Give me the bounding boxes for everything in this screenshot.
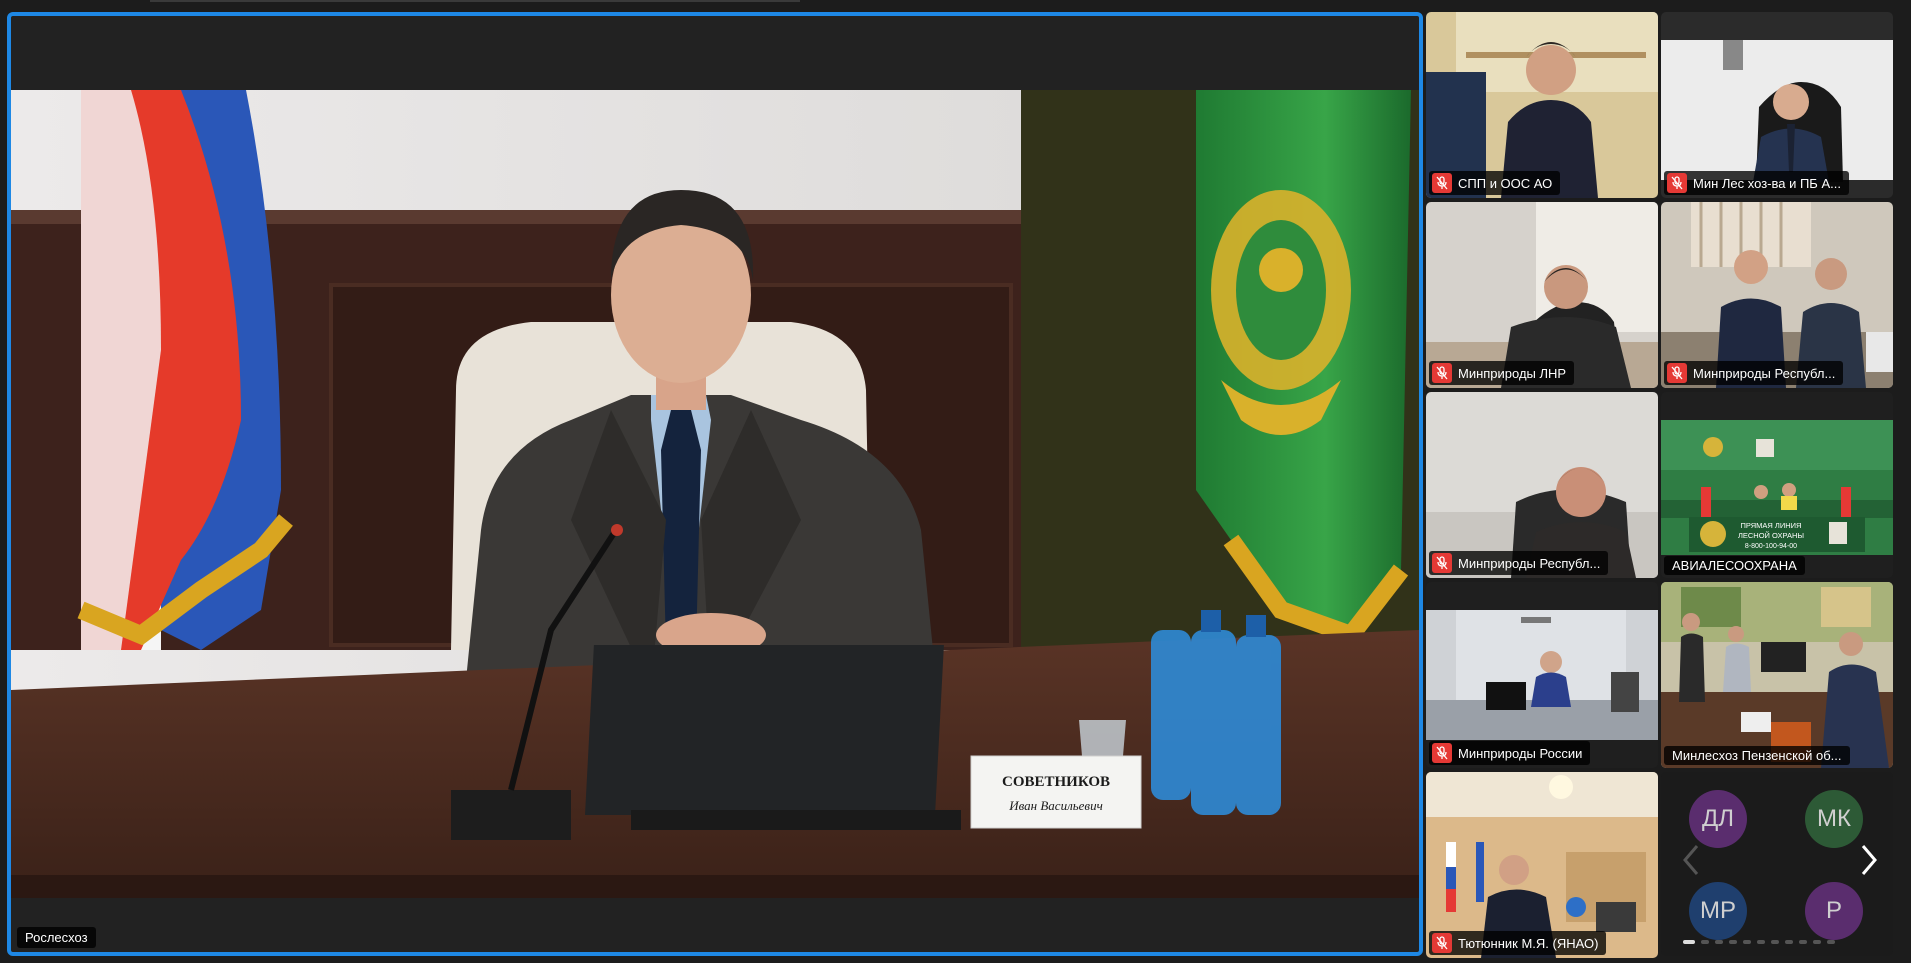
- participant-name: СПП и ООС АО: [1458, 175, 1553, 191]
- participant-label: Мин Лес хоз-ва и ПБ А...: [1664, 171, 1849, 195]
- participant-tile[interactable]: Тютюнник М.Я. (ЯНАО): [1426, 772, 1658, 958]
- banner-line2: ЛЕСНОЙ ОХРАНЫ: [1738, 531, 1804, 540]
- participant-name: Минприроды России: [1458, 745, 1583, 761]
- avatar-initials: Р: [1825, 897, 1842, 924]
- participant-label: Минприроды России: [1429, 741, 1591, 765]
- page-dot[interactable]: [1813, 940, 1821, 944]
- mic-muted-icon: [1432, 553, 1452, 573]
- mic-muted-icon: [1667, 173, 1687, 193]
- active-speaker-name: Рослесхоз: [17, 927, 96, 948]
- avatar-initials: МР: [1700, 897, 1736, 924]
- participant-name: Минприроды ЛНР: [1458, 365, 1567, 381]
- page-dot[interactable]: [1757, 940, 1765, 944]
- active-speaker-tile[interactable]: СОВЕТНИКОВ Иван Васильевич Рослесхоз: [7, 12, 1423, 956]
- participant-tile[interactable]: СПП и ООС АО: [1426, 12, 1658, 198]
- participant-video: [1661, 582, 1893, 768]
- page-dot[interactable]: [1799, 940, 1807, 944]
- participant-label: Тютюнник М.Я. (ЯНАО): [1429, 931, 1607, 955]
- participant-label: Минприроды Республ...: [1664, 361, 1844, 385]
- participant-label: Минлесхоз Пензенской об...: [1664, 746, 1850, 765]
- participant-label: СПП и ООС АО: [1429, 171, 1561, 195]
- avatar[interactable]: МР: [1689, 882, 1747, 940]
- participant-tile[interactable]: Минлесхоз Пензенской об...: [1661, 582, 1893, 768]
- mic-muted-icon: [1667, 363, 1687, 383]
- page-dot[interactable]: [1827, 940, 1835, 944]
- participant-video: ПРЯМАЯ ЛИНИЯ ЛЕСНОЙ ОХРАНЫ 8-800-100-94-…: [1661, 392, 1893, 578]
- page-dot[interactable]: [1715, 940, 1723, 944]
- nameplate-given-name: Иван Васильевич: [1008, 798, 1103, 813]
- participant-name: Минприроды Республ...: [1458, 555, 1601, 571]
- participant-tile[interactable]: ПРЯМАЯ ЛИНИЯ ЛЕСНОЙ ОХРАНЫ 8-800-100-94-…: [1661, 392, 1893, 578]
- previous-page-chevron-icon[interactable]: [1677, 840, 1707, 880]
- participant-name: Тютюнник М.Я. (ЯНАО): [1458, 935, 1599, 951]
- active-speaker-video: СОВЕТНИКОВ Иван Васильевич: [11, 90, 1419, 898]
- avatar-initials: ДЛ: [1701, 805, 1734, 832]
- mic-muted-icon: [1432, 933, 1452, 953]
- participant-name: Мин Лес хоз-ва и ПБ А...: [1693, 175, 1841, 191]
- banner-line1: ПРЯМАЯ ЛИНИЯ: [1741, 521, 1802, 530]
- banner-phone: 8-800-100-94-00: [1745, 543, 1797, 550]
- participant-label: Минприроды Республ...: [1429, 551, 1609, 575]
- top-divider: [150, 0, 800, 2]
- participant-tile[interactable]: Минприроды России: [1426, 582, 1658, 768]
- next-page-chevron-icon[interactable]: [1853, 840, 1883, 880]
- participant-name: АВИАЛЕСООХРАНА: [1672, 558, 1797, 573]
- overflow-participants-panel: ДЛ МК МР Р: [1661, 772, 1893, 956]
- mic-muted-icon: [1432, 363, 1452, 383]
- page-indicator: [1683, 940, 1835, 944]
- avatar-initials: МК: [1817, 805, 1851, 832]
- avatar[interactable]: Р: [1805, 882, 1863, 940]
- page-dot[interactable]: [1771, 940, 1779, 944]
- participant-tile[interactable]: Минприроды Республ...: [1426, 392, 1658, 578]
- page-dot[interactable]: [1785, 940, 1793, 944]
- participant-label: Минприроды ЛНР: [1429, 361, 1575, 385]
- mic-muted-icon: [1432, 173, 1452, 193]
- page-dot[interactable]: [1743, 940, 1751, 944]
- participant-label: АВИАЛЕСООХРАНА: [1664, 556, 1805, 575]
- participant-name: Минлесхоз Пензенской об...: [1672, 748, 1842, 763]
- mic-muted-icon: [1432, 743, 1452, 763]
- page-dot[interactable]: [1701, 940, 1709, 944]
- participant-tile[interactable]: Минприроды ЛНР: [1426, 202, 1658, 388]
- participant-tile[interactable]: Минприроды Республ...: [1661, 202, 1893, 388]
- participant-name: Минприроды Республ...: [1693, 365, 1836, 381]
- nameplate-surname: СОВЕТНИКОВ: [1002, 774, 1110, 790]
- page-dot[interactable]: [1683, 940, 1695, 944]
- participant-tile[interactable]: Мин Лес хоз-ва и ПБ А...: [1661, 12, 1893, 198]
- page-dot[interactable]: [1729, 940, 1737, 944]
